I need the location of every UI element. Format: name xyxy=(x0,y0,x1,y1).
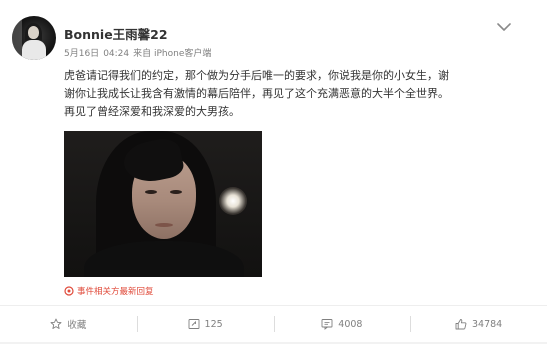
post-source: 来自 iPhone客户端 xyxy=(133,49,212,59)
author-name[interactable]: Bonnie王雨馨22 xyxy=(64,24,168,43)
post-date[interactable]: 5月16日 xyxy=(64,49,99,59)
post-meta: 5月16日 04:24 来自 iPhone客户端 xyxy=(64,46,211,59)
action-bar: 收藏 125 4008 34784 xyxy=(0,306,547,342)
avatar-body xyxy=(22,40,46,60)
favorite-label: 收藏 xyxy=(67,320,87,331)
weibo-post-card: Bonnie王雨馨22 5月16日 04:24 来自 iPhone客户端 虎爸请记得… xyxy=(0,0,547,344)
repost-count: 125 xyxy=(204,318,223,330)
background-light xyxy=(219,187,247,215)
photo-mouth xyxy=(155,223,173,227)
comment-count: 4008 xyxy=(338,318,363,330)
avatar-face xyxy=(28,26,39,39)
comment-button[interactable]: 4008 xyxy=(273,306,411,342)
content-line: 谢你让我成长让我含有激情的幕后陪伴，再见了这个充满恶意的大半个全世界。 xyxy=(64,87,449,100)
avatar-shade xyxy=(12,16,22,60)
chevron-down-icon[interactable] xyxy=(495,20,513,34)
comment-icon xyxy=(321,319,333,330)
post-content: 虎爸请记得我们的约定，那个做为分手后唯一的要求，你说我是你的小女生，谢 谢你让我… xyxy=(64,67,520,121)
repost-button[interactable]: 125 xyxy=(136,306,274,342)
avatar[interactable] xyxy=(12,16,56,60)
thumbs-up-icon xyxy=(455,319,467,330)
photo-eye-left xyxy=(145,190,157,194)
repost-icon xyxy=(188,319,199,329)
content-line: 虎爸请记得我们的约定，那个做为分手后唯一的要求，你说我是你的小女生，谢 xyxy=(64,69,449,82)
post-image[interactable] xyxy=(64,131,262,277)
event-badge-icon xyxy=(64,286,74,296)
star-icon xyxy=(50,318,62,329)
favorite-button[interactable]: 收藏 xyxy=(0,306,137,342)
like-button[interactable]: 34784 xyxy=(410,306,547,342)
photo-eye-right xyxy=(170,190,182,194)
content-line: 再见了曾经深爱和我深爱的大男孩。 xyxy=(64,105,240,118)
event-link-label: 事件相关方最新回复 xyxy=(77,287,154,297)
like-count: 34784 xyxy=(472,318,503,330)
event-related-link[interactable]: 事件相关方最新回复 xyxy=(64,285,154,297)
post-time[interactable]: 04:24 xyxy=(103,49,129,59)
